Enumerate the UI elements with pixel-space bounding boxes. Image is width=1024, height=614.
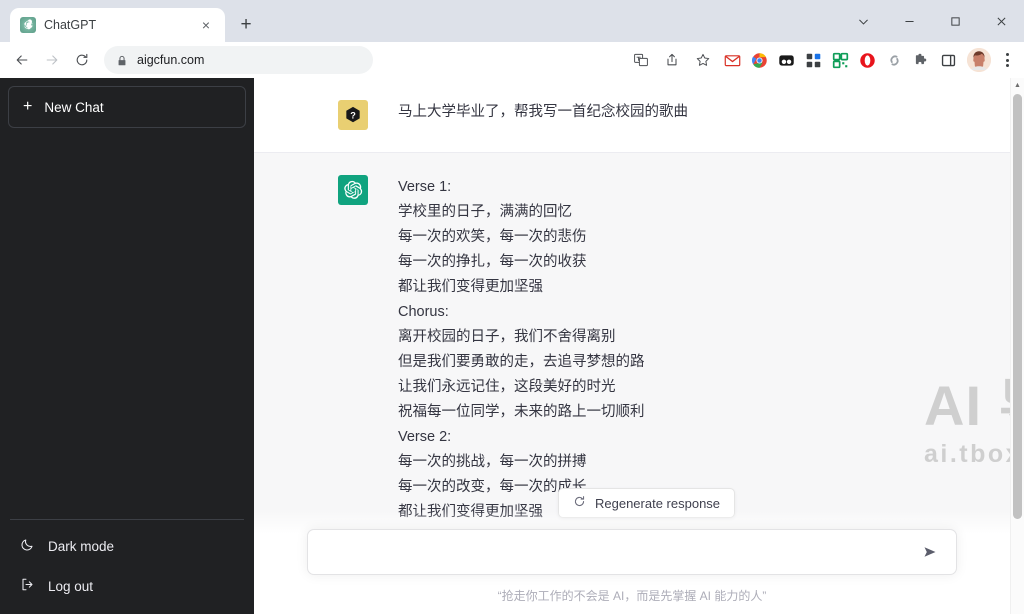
side-panel-icon[interactable] <box>936 48 960 72</box>
chat-pane: ? 马上大学毕业了，帮我写一首纪念校园的歌曲 Verse 1: 学校里的日子，满… <box>254 78 1024 614</box>
message-line: 马上大学毕业了，帮我写一首纪念校园的歌曲 <box>398 104 688 120</box>
toolbar-icon-group <box>627 46 1018 74</box>
message-user: ? 马上大学毕业了，帮我写一首纪念校园的歌曲 <box>254 78 1010 153</box>
composer-box[interactable] <box>307 529 957 575</box>
message-line: 让我们永远记住，这段美好的时光 <box>398 379 616 395</box>
tab-title: ChatGPT <box>44 18 97 32</box>
plus-icon: + <box>23 98 33 115</box>
profile-avatar[interactable] <box>967 48 991 72</box>
gray-swirl-icon[interactable] <box>882 48 906 72</box>
dark-app-icon[interactable] <box>774 48 798 72</box>
title-bar: ChatGPT × + <box>0 0 1024 42</box>
message-line: Verse 1: <box>398 179 452 195</box>
close-window-icon[interactable] <box>978 4 1024 38</box>
forward-arrow-icon[interactable] <box>38 46 66 74</box>
browser-window: ChatGPT × + aigcfun.com + New Chat Dark … <box>0 0 1024 614</box>
share-icon[interactable] <box>658 46 686 74</box>
puzzle-extensions-icon[interactable] <box>909 48 933 72</box>
refresh-icon <box>573 495 586 511</box>
svg-text:?: ? <box>350 111 356 121</box>
message-text: 马上大学毕业了，帮我写一首纪念校园的歌曲 <box>398 100 688 130</box>
sidebar-item-log-out[interactable]: Log out <box>8 566 246 606</box>
minimize-icon[interactable] <box>886 4 932 38</box>
qr-green-icon[interactable] <box>828 48 852 72</box>
regenerate-label: Regenerate response <box>595 495 721 511</box>
bookmark-star-icon[interactable] <box>689 46 717 74</box>
browser-toolbar: aigcfun.com <box>0 42 1024 78</box>
translate-icon[interactable] <box>627 46 655 74</box>
page-scrollbar[interactable]: ▲ <box>1010 78 1024 614</box>
close-icon[interactable]: × <box>197 16 215 34</box>
question-mark-hexagon-avatar-icon: ? <box>338 100 368 130</box>
message-line: 每一次的挣扎，每一次的收获 <box>398 254 587 270</box>
message-line: Chorus: <box>398 304 449 320</box>
moon-icon <box>20 537 35 555</box>
message-line: 但是我们要勇敢的走，去追寻梦想的路 <box>398 354 645 370</box>
scrollbar-thumb[interactable] <box>1013 94 1022 519</box>
tab-strip: ChatGPT × + <box>0 0 840 42</box>
sidebar-item-label: Dark mode <box>48 538 115 554</box>
composer-area: “抢走你工作的不会是 AI，而是先掌握 AI 能力的人” <box>254 511 1010 614</box>
message-line: 祝福每一位同学，未来的路上一切顺利 <box>398 404 645 420</box>
message-line: 每一次的欢笑，每一次的悲伤 <box>398 229 587 245</box>
sidebar-item-label: Log out <box>48 578 94 594</box>
address-bar[interactable]: aigcfun.com <box>104 46 373 74</box>
message-line: 学校里的日子，满满的回忆 <box>398 204 572 220</box>
chat-sidebar: + New Chat Dark mode Log out <box>0 78 254 614</box>
message-line: 离开校园的日子，我们不舍得离别 <box>398 329 616 345</box>
message-line: Verse 2: <box>398 429 452 445</box>
chevron-down-icon[interactable] <box>840 4 886 38</box>
maximize-icon[interactable] <box>932 4 978 38</box>
sidebar-divider <box>10 519 244 520</box>
composer-footnote: “抢走你工作的不会是 AI，而是先掌握 AI 能力的人” <box>497 589 767 603</box>
page-viewport: + New Chat Dark mode Log out ? 马上大学毕业了，帮… <box>0 78 1024 614</box>
send-arrow-icon[interactable] <box>918 540 942 564</box>
new-chat-button[interactable]: + New Chat <box>8 86 246 128</box>
browser-tab-chatgpt[interactable]: ChatGPT × <box>10 8 225 42</box>
window-controls <box>840 0 1024 42</box>
grid-blue-icon[interactable] <box>801 48 825 72</box>
lock-icon <box>116 54 128 66</box>
logout-icon <box>20 577 35 595</box>
opera-red-icon[interactable] <box>855 48 879 72</box>
scroll-up-arrow-icon[interactable]: ▲ <box>1011 78 1024 92</box>
reload-icon[interactable] <box>68 46 96 74</box>
back-arrow-icon[interactable] <box>8 46 36 74</box>
message-line: 每一次的挑战，每一次的拼搏 <box>398 454 587 470</box>
chat-input[interactable] <box>322 544 918 560</box>
three-dot-menu-icon[interactable] <box>996 47 1018 73</box>
url-text: aigcfun.com <box>137 53 205 67</box>
sidebar-item-dark-mode[interactable]: Dark mode <box>8 526 246 566</box>
new-chat-label: New Chat <box>44 99 104 115</box>
openai-logo-avatar-icon <box>338 175 368 205</box>
new-tab-button[interactable]: + <box>231 10 261 40</box>
google-chrome-icon[interactable] <box>747 48 771 72</box>
chatgpt-favicon-icon <box>20 17 36 33</box>
message-line: 都让我们变得更加坚强 <box>398 279 543 295</box>
gmail-icon[interactable] <box>720 48 744 72</box>
